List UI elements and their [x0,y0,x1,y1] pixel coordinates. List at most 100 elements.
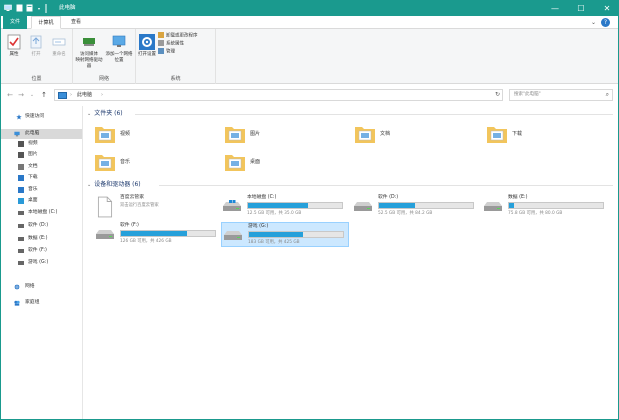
folder-item[interactable]: 文档 [354,124,474,146]
properties-icon[interactable] [15,4,23,13]
tab-file[interactable]: 文件 [3,16,27,29]
forward-button[interactable]: → [16,89,26,101]
add-network-location-button[interactable]: 添加一个网络位置 [104,34,134,64]
video-icon [18,141,24,147]
sidebar-item[interactable]: 文档 [1,162,82,172]
drive-item[interactable]: 软件 (F:) 126 GB 可用，共 426 GB [94,222,222,247]
folder-item[interactable]: 音乐 [94,152,214,174]
document-icon [18,164,24,170]
download-icon [18,175,24,181]
section-divider [159,185,613,186]
breadcrumb-this-pc[interactable]: 此电脑 [77,90,92,100]
sidebar-item[interactable]: 下载 [1,173,82,183]
sidebar-item[interactable]: 软件 (F:) [1,246,82,256]
drive-icon [18,224,24,228]
drive-icon [18,249,24,253]
devices-section-title: 设备和驱动器 (6) [94,181,141,188]
open-settings-button[interactable]: 打开设置 [138,34,156,58]
maximize-button[interactable]: ☐ [568,1,594,16]
devices-section-header[interactable]: ⌄ 设备和驱动器 (6) [87,180,617,190]
ribbon-group-label: 位置 [31,76,42,82]
title-bar[interactable]: ▾ 此电脑 — ☐ ✕ [1,1,618,16]
folder-item[interactable]: 图片 [224,124,344,146]
sidebar-item-label: 视频 [28,141,38,146]
baidu-cloud-item[interactable]: 百度云管家 双击运行百度云管家 [94,194,222,219]
drive-item[interactable]: 软件 (D:) 52.5 GB 可用，共 84.2 GB [352,194,480,219]
ribbon-collapse-chevron-icon[interactable]: ⌄ [591,16,596,29]
rename-button[interactable]: 重命名 [47,34,71,58]
star-icon [16,114,22,120]
tab-view[interactable]: 查看 [64,16,88,29]
computer-icon[interactable] [4,4,12,13]
open-button[interactable]: 打开 [25,34,47,58]
sidebar-item[interactable]: 软件 (D:) [1,221,82,231]
sidebar-item-label: 快速访问 [25,114,45,119]
up-button[interactable]: ↑ [39,89,49,101]
recent-locations-button[interactable]: ⌄ [27,89,37,101]
drive-item[interactable]: 数据 (E:) 75.8 GB 可用，共 80.0 GB [482,194,610,219]
system-properties-icon [158,40,164,46]
search-input[interactable]: 搜索"此电脑" ⌕ [509,89,613,101]
download-folder-icon [487,127,507,143]
folder-label: 下载 [512,131,523,137]
sidebar-item-label: 网络 [25,284,35,289]
sidebar-item[interactable]: 游戏 (G:) [1,258,82,268]
drive-icon [18,237,24,241]
baidu-cloud-subtitle: 双击运行百度云管家 [120,203,159,208]
folder-label: 视频 [120,131,131,137]
help-icon[interactable]: ? [601,18,610,27]
drive-usage-fill [121,231,187,236]
ribbon-group-system: 打开设置 卸载或更改程序 系统属性 管理 系统 [136,29,216,84]
drive-stats: 52.5 GB 可用，共 84.2 GB [378,211,433,216]
drive-icon [18,261,24,265]
access-media-label: 访问媒体 [80,52,98,57]
sidebar-item[interactable]: 图片 [1,150,82,160]
chevron-down-icon[interactable]: ⌄ [87,182,91,188]
new-folder-icon[interactable] [25,4,33,13]
navigation-pane: 快速访问 此电脑 视频图片文档 下载音乐 桌面本地磁盘 (C:) 软件 (D:) 数据 … [1,106,83,419]
address-field[interactable]: › 此电脑 › ↻ [54,89,503,101]
back-button[interactable]: ← [5,89,15,101]
drive-item[interactable]: 本地磁盘 (C:) 12.5 GB 可用，共 35.0 GB [221,194,349,219]
search-icon[interactable]: ⌕ [606,90,609,100]
refresh-icon[interactable]: ↻ [495,90,500,100]
manage-button[interactable]: 管理 [158,48,175,57]
tab-computer[interactable]: 计算机 [31,16,61,29]
ribbon-group-label: 系统 [170,76,181,82]
sidebar-item-label: 软件 (F:) [28,248,47,253]
sidebar-item[interactable]: 本地磁盘 (C:) [1,208,82,218]
sidebar-item-network[interactable]: 网络 [1,282,82,292]
rename-label: 重命名 [52,52,66,57]
ribbon-group-label: 网络 [98,76,109,82]
sidebar-item[interactable]: 桌面 [1,196,82,206]
ribbon-group-location: 属性 打开 重命名 位置 [1,29,73,84]
folder-item[interactable]: 视频 [94,124,214,146]
folder-item[interactable]: 下载 [486,124,606,146]
homegroup-icon [14,300,20,306]
close-button[interactable]: ✕ [594,1,618,16]
drive-item[interactable]: 游戏 (G:) 183 GB 可用，共 425 GB [221,222,349,247]
sidebar-item-this-pc[interactable]: 此电脑 [1,129,82,139]
sidebar-item-label: 数据 (E:) [28,236,48,241]
windows-drive-icon [223,200,241,211]
picture-icon [18,152,24,158]
access-media-button[interactable]: 访问媒体 映射网络驱动器 [75,34,103,70]
dropdown-icon[interactable]: ▾ [35,4,43,13]
folders-section-header[interactable]: ⌄ 文件夹 (6) [87,109,617,119]
sidebar-item[interactable]: 数据 (E:) [1,234,82,244]
desktop-folder-icon [225,155,245,171]
address-bar-row: ← → ⌄ ↑ › 此电脑 › ↻ 搜索"此电脑" ⌕ [1,87,618,103]
drive-stats: 183 GB 可用，共 425 GB [248,240,300,245]
sidebar-item[interactable]: 音乐 [1,185,82,195]
folder-item[interactable]: 桌面 [224,152,344,174]
breadcrumb-separator[interactable]: › [101,90,103,100]
sidebar-item-quick-access[interactable]: 快速访问 [1,112,82,122]
properties-button[interactable]: 属性 [3,34,25,58]
minimize-button[interactable]: — [542,1,568,16]
sidebar-item[interactable]: 视频 [1,139,82,149]
drive-name: 数据 (E:) [508,195,528,200]
drive-usage-fill [509,203,514,208]
ribbon-tabs: 文件 计算机 查看 ⌄ ? [1,16,618,29]
chevron-down-icon[interactable]: ⌄ [87,111,91,117]
sidebar-item-homegroup[interactable]: 家庭组 [1,298,82,308]
